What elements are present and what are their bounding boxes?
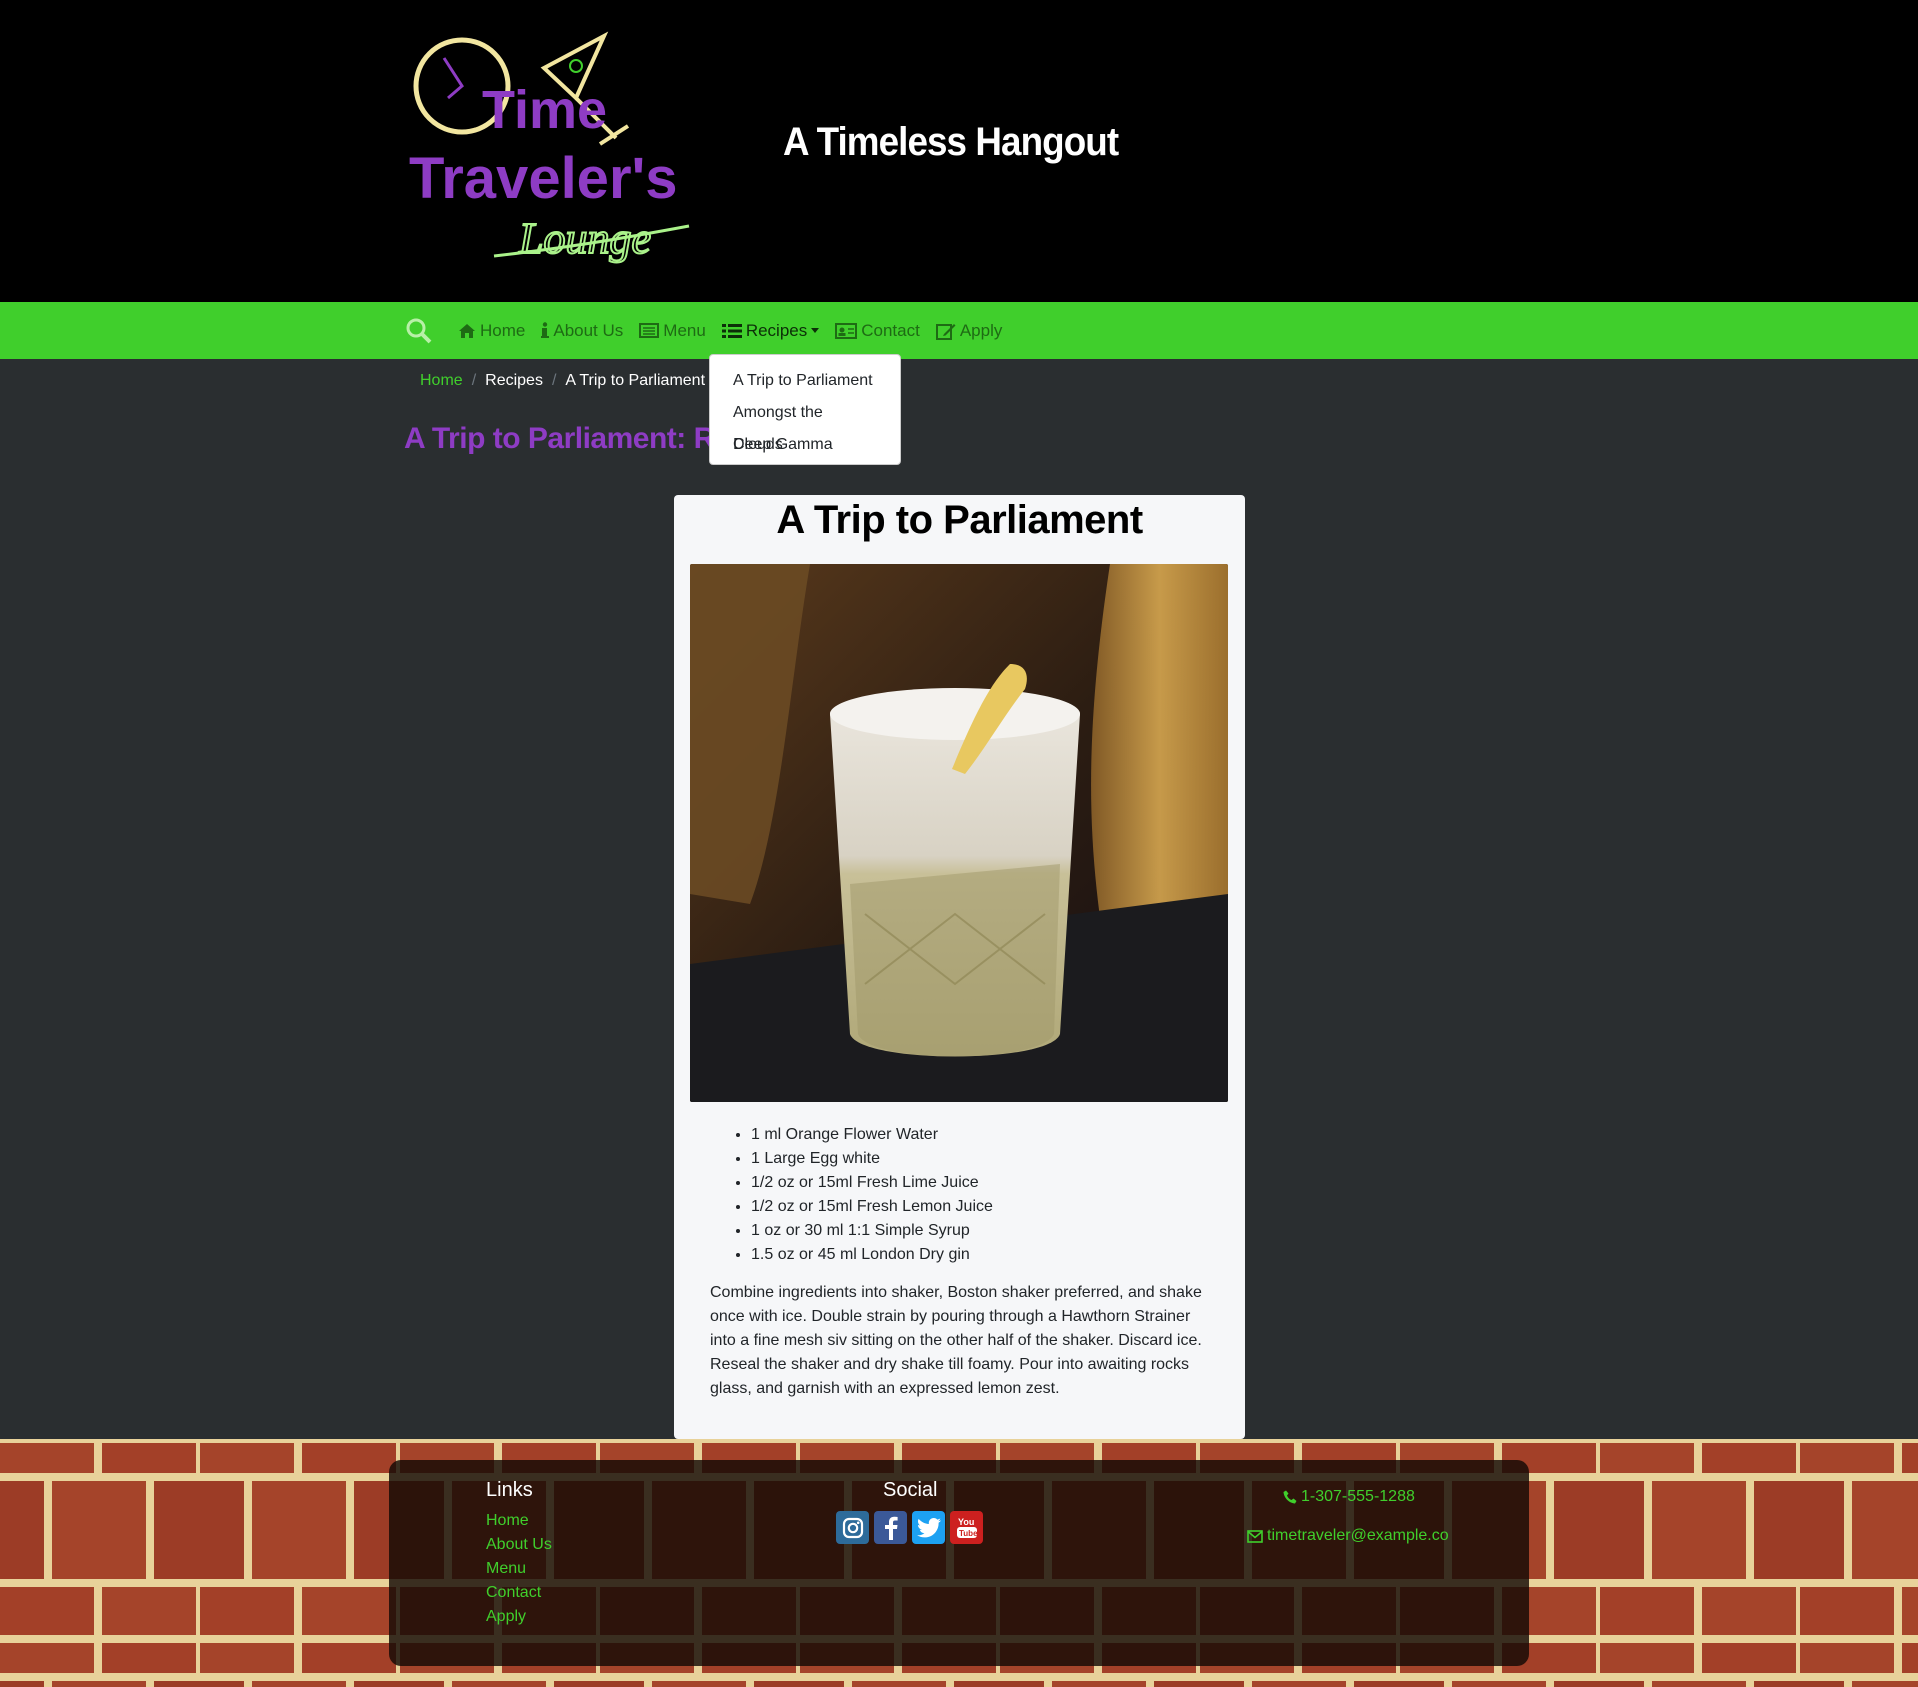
social-icons: You Tube [836,1511,983,1544]
nav-contact-label: Contact [861,320,920,340]
ingredient-item: 1 oz or 30 ml 1:1 Simple Syrup [751,1219,993,1243]
svg-text:Tube: Tube [959,1529,978,1538]
ingredient-item: 1/2 oz or 15ml Fresh Lime Juice [751,1171,993,1195]
nav-about[interactable]: About Us [541,321,623,341]
nav-home-label: Home [480,320,526,340]
nav-recipes[interactable]: Recipes [721,320,820,341]
nav-home[interactable]: Home [458,321,525,341]
breadcrumb-separator: / [471,372,477,389]
footer-email[interactable]: timetraveler@example.co [1247,1527,1449,1545]
nav-apply-label: Apply [959,320,1003,340]
footer-links-heading: Links [486,1479,533,1501]
breadcrumb-home[interactable]: Home [420,372,463,390]
svg-text:You: You [958,1517,974,1527]
ingredient-item: 1 ml Orange Flower Water [751,1123,993,1147]
dropdown-item-amongst-the-clouds[interactable]: Amongst the Clouds [710,397,900,453]
ingredient-item: 1.5 oz or 45 ml London Dry gin [751,1243,993,1267]
footer-social-heading: Social [883,1479,938,1501]
ingredient-item: 1 Large Egg white [751,1147,993,1171]
lounge-logo[interactable]: Time Traveler's Lounge [404,28,694,268]
svg-text:Time: Time [482,80,607,140]
breadcrumb-separator: / [551,372,557,389]
facebook-icon[interactable] [874,1511,907,1544]
nav-menu[interactable]: Menu [639,321,706,341]
svg-text:Lounge: Lounge [518,214,651,263]
recipe-instructions: Combine ingredients into shaker, Boston … [710,1284,1202,1397]
home-icon [459,323,475,338]
breadcrumb: Home / Recipes / A Trip to Parliament [420,372,705,390]
instagram-icon[interactable] [836,1511,869,1544]
ingredients-list: 1 ml Orange Flower Water 1 Large Egg whi… [751,1123,993,1267]
twitter-icon[interactable] [912,1511,945,1544]
footer-phone[interactable]: 1-307-555-1288 [1283,1488,1415,1506]
nav-recipes-label: Recipes [745,320,808,340]
info-icon [541,322,550,338]
contact-card-icon [835,322,858,339]
footer-link-about-us[interactable]: About Us [486,1536,552,1554]
edit-icon [935,323,956,340]
footer-link-menu[interactable]: Menu [486,1560,526,1578]
nav-menu-label: Menu [663,320,706,340]
breadcrumb-current: A Trip to Parliament [565,372,706,389]
nav-about-label: About Us [553,320,624,340]
recipe-title: A Trip to Parliament [776,498,1143,542]
ingredient-item: 1/2 oz or 15ml Fresh Lemon Juice [751,1195,993,1219]
dropdown-item-trip-to-parliament[interactable]: A Trip to Parliament [710,365,900,397]
footer-phone-text: 1-307-555-1288 [1301,1488,1415,1505]
main-navbar: Home About Us Menu Recipes Contact Apply [0,302,1918,359]
breadcrumb-recipes: Recipes [485,372,543,389]
list-icon [721,323,742,338]
footer-link-home[interactable]: Home [486,1512,529,1530]
nav-apply[interactable]: Apply [935,320,1003,341]
cocktail-photo [690,564,1228,1102]
menu-list-icon [639,323,660,338]
site-header: Time Traveler's Lounge A Timeless Hangou… [0,0,1918,302]
envelope-icon [1247,1529,1263,1543]
dropdown-item-deep-gamma[interactable]: Deep Gamma [710,429,900,461]
chevron-down-icon [811,328,820,333]
page-title: A Trip to Parliament: Recipe [404,422,709,455]
recipes-dropdown-menu: A Trip to Parliament Amongst the Clouds … [709,354,901,465]
nav-contact[interactable]: Contact [835,321,920,341]
footer-link-apply[interactable]: Apply [486,1608,526,1626]
search-icon[interactable] [402,314,436,348]
phone-icon [1283,1490,1297,1504]
svg-text:Traveler's: Traveler's [409,146,678,211]
youtube-icon[interactable]: You Tube [950,1511,983,1544]
footer-email-text: timetraveler@example.co [1267,1527,1449,1544]
footer-link-contact[interactable]: Contact [486,1584,541,1602]
site-tagline: A Timeless Hangout [783,120,1119,164]
